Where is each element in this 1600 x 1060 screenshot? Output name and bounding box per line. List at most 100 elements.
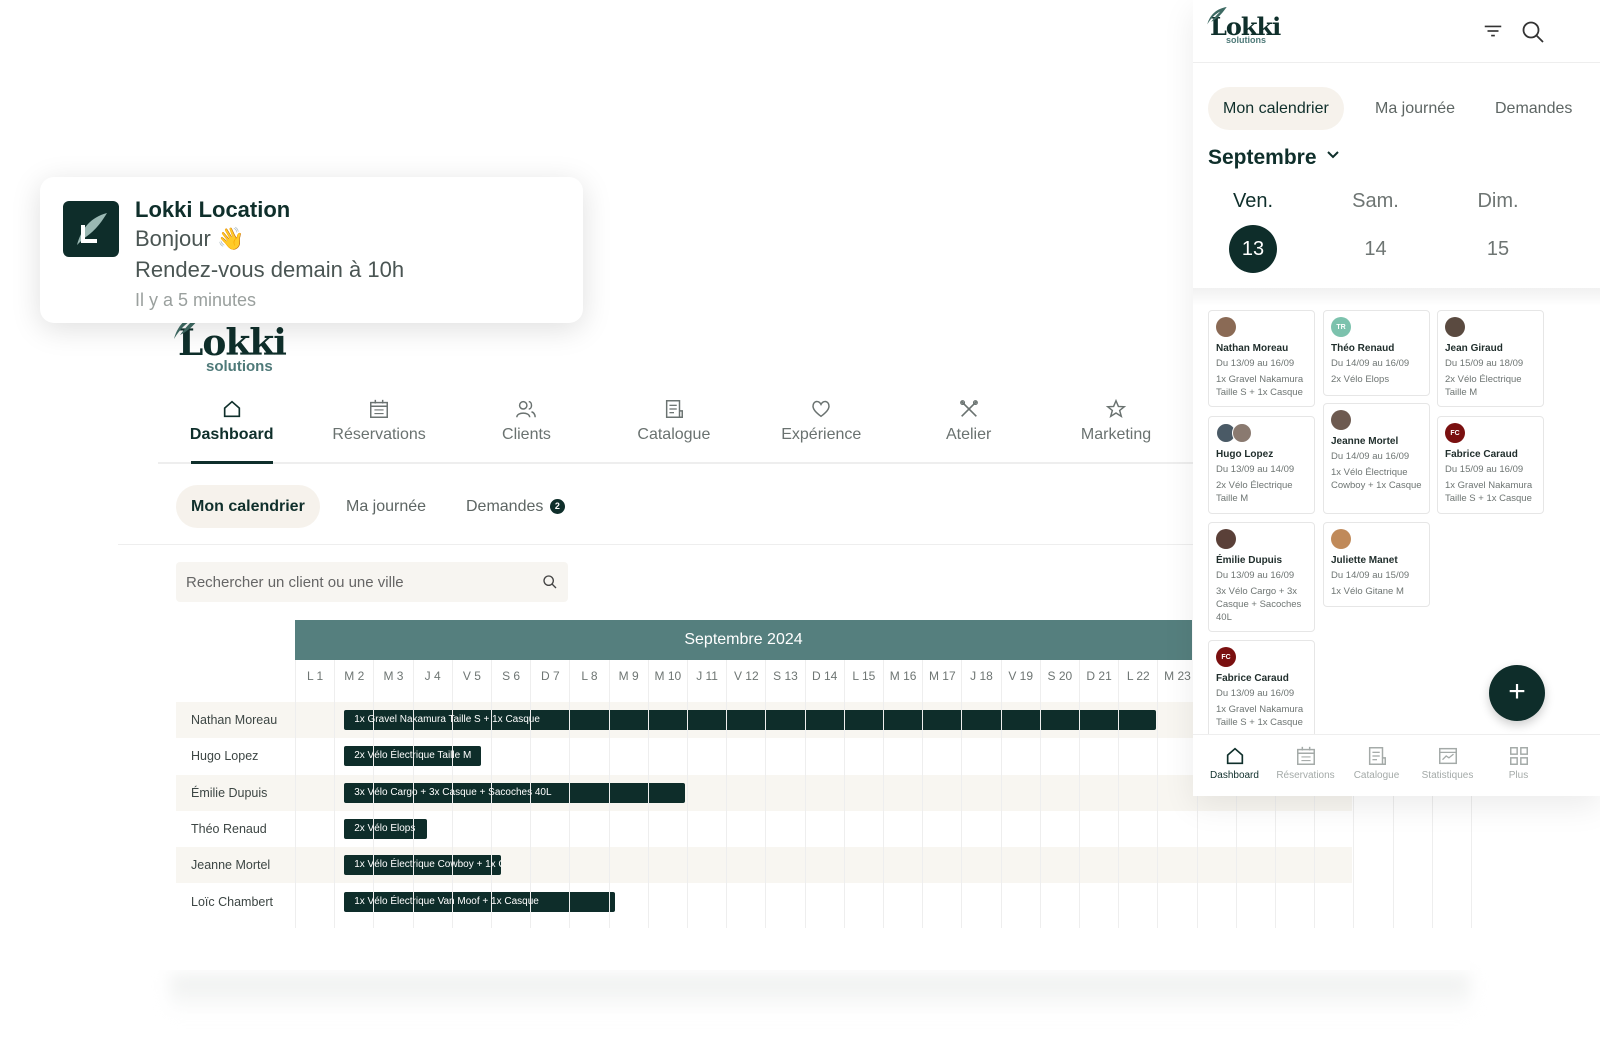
mobile-calendar-tabs: Mon calendrier Ma journée Demandes: [1208, 87, 1600, 131]
nav-item-dashboard[interactable]: Dashboard: [158, 398, 305, 464]
avatar: [1331, 529, 1351, 549]
day-cell[interactable]: Sam. 14: [1326, 190, 1426, 273]
mobile-tab-day[interactable]: Ma journée: [1360, 87, 1470, 130]
card-items: 1x Gravel Nakamura Taille S + 1x Casque: [1445, 480, 1533, 504]
nav-item-expérience[interactable]: Expérience: [748, 398, 895, 462]
tab-calendar-label: Mon calendrier: [191, 498, 305, 515]
mobile-tab-day-label: Ma journée: [1375, 100, 1456, 117]
bottom-nav-catalogue[interactable]: Catalogue: [1341, 735, 1412, 796]
booking-bar[interactable]: 2x Vélo Elops: [344, 818, 427, 839]
gantt-gridline: [1118, 692, 1120, 928]
add-booking-button[interactable]: +: [1489, 665, 1545, 721]
bottom-nav-plus[interactable]: Plus: [1483, 735, 1554, 796]
card-dates: Du 13/09 au 14/09: [1216, 464, 1295, 475]
card-client-name: Fabrice Caraud: [1216, 673, 1289, 684]
tab-calendar[interactable]: Mon calendrier: [176, 485, 320, 528]
booking-card[interactable]: Jean Giraud Du 15/09 au 18/09 2x Vélo Élec…: [1437, 310, 1544, 407]
booking-card[interactable]: Nathan Moreau Du 13/09 au 16/09 1x Gravel …: [1208, 310, 1315, 407]
booking-card[interactable]: Émilie Dupuis Du 13/09 au 16/09 3x Vélo Ca…: [1208, 522, 1315, 632]
mobile-tab-requests[interactable]: Demandes: [1480, 87, 1587, 130]
avatar: [1232, 423, 1252, 443]
tab-requests[interactable]: Demandes 2: [451, 485, 580, 528]
nav-item-label: Clients: [502, 426, 551, 443]
avatar: FC: [1445, 423, 1465, 443]
day-cell[interactable]: Ven. 13: [1203, 190, 1303, 273]
nav-item-label: Catalogue: [637, 426, 711, 443]
mobile-tab-requests-label: Demandes: [1495, 100, 1573, 117]
booking-bar[interactable]: 1x Vélo Électrique Van Moof + 1x Casque: [344, 891, 615, 912]
booking-bar[interactable]: 1x Vélo Électrique Cowboy + 1x Casque: [344, 855, 501, 876]
notification-time: Il y a 5 minutes: [135, 290, 257, 310]
booking-card[interactable]: TR Théo Renaud Du 14/09 au 16/09 2x Vélo El…: [1323, 310, 1430, 396]
gantt-gridline: [765, 692, 767, 928]
booking-bar[interactable]: 1x Gravel Nakamura Taille S + 1x Casque: [344, 710, 1156, 730]
gantt-gridline: [530, 692, 532, 928]
client-name[interactable]: Théo Renaud: [191, 811, 301, 847]
star-icon: [1105, 398, 1127, 418]
bottom-nav-label: Statistiques: [1421, 770, 1474, 781]
avatar: [1445, 317, 1465, 337]
client-name[interactable]: Hugo Lopez: [191, 738, 301, 774]
search-input[interactable]: [186, 573, 542, 591]
home-icon: [223, 400, 240, 418]
gantt-day: V 12: [726, 660, 765, 692]
client-name[interactable]: Jeanne Mortel: [191, 847, 301, 883]
notification-message: Rendez-vous demain à 10h: [135, 257, 405, 282]
app-icon: [63, 201, 119, 257]
booking-card[interactable]: FC Fabrice Caraud Du 13/09 au 16/09 1x Grav…: [1208, 640, 1315, 740]
card-items: 1x Vélo Gitane M: [1331, 586, 1404, 597]
day-name: Dim.: [1477, 190, 1519, 212]
gantt-day: L 1: [295, 660, 334, 692]
card-client-name: Jean Giraud: [1445, 343, 1503, 354]
divider: [1193, 288, 1600, 306]
bottom-nav-réservations[interactable]: Réservations: [1270, 735, 1341, 796]
filter-icon[interactable]: [1482, 20, 1504, 42]
card-client-name: Jeanne Mortel: [1331, 436, 1399, 447]
bottom-nav-statistiques[interactable]: Statistiques: [1412, 735, 1483, 796]
tab-day[interactable]: Ma journée: [331, 485, 441, 528]
mobile-tab-calendar[interactable]: Mon calendrier: [1208, 87, 1344, 130]
nav-item-réservations[interactable]: Réservations: [305, 398, 452, 462]
nav-item-clients[interactable]: Clients: [453, 398, 600, 462]
client-name[interactable]: Nathan Moreau: [191, 702, 301, 738]
push-notification[interactable]: Lokki Location Bonjour 👋 Rendez-vous dem…: [40, 177, 583, 323]
mobile-tab-calendar-label: Mon calendrier: [1223, 100, 1329, 117]
nav-item-label: Expérience: [781, 426, 862, 443]
home-icon: [1226, 747, 1243, 765]
card-dates: Du 15/09 au 16/09: [1445, 464, 1524, 475]
search-icon[interactable]: [542, 574, 558, 590]
booking-card[interactable]: FC Fabrice Caraud Du 15/09 au 16/09 1x Grav…: [1437, 416, 1544, 514]
tab-requests-label: Demandes: [466, 498, 544, 515]
client-name[interactable]: Loïc Chambert: [191, 884, 301, 920]
brand-sub: solutions: [206, 358, 273, 375]
nav-item-label: Réservations: [332, 426, 426, 443]
nav-item-marketing[interactable]: Marketing: [1042, 398, 1189, 462]
gantt-day: L 15: [843, 660, 883, 692]
search-icon[interactable]: [1521, 20, 1545, 44]
day-number: 15: [1486, 238, 1510, 260]
day-number: 13: [1229, 225, 1277, 273]
card-client-name: Juliette Manet: [1331, 555, 1398, 566]
month-selector[interactable]: Septembre: [1208, 146, 1341, 170]
booking-card[interactable]: Jeanne Mortel Du 14/09 au 16/09 1x Vélo Él…: [1323, 403, 1430, 514]
nav-item-atelier[interactable]: Atelier: [895, 398, 1042, 462]
calendar-icon: [1296, 746, 1315, 765]
nav-item-catalogue[interactable]: Catalogue: [600, 398, 747, 462]
booking-card[interactable]: Juliette Manet Du 14/09 au 15/09 1x Vélo G…: [1323, 522, 1430, 607]
avatar-group: [1216, 423, 1307, 449]
gantt-gridline: [883, 692, 884, 928]
card-items: 2x Vélo Électrique Taille M: [1216, 480, 1293, 504]
card-dates: Du 13/09 au 16/09: [1216, 688, 1295, 699]
bottom-nav: Dashboard Réservations Catalogue Statistiqu…: [1193, 734, 1600, 796]
gantt-gridline: [687, 692, 688, 928]
notification-app: Lokki Location: [135, 197, 291, 222]
client-name[interactable]: Émilie Dupuis: [191, 775, 301, 811]
day-cell[interactable]: Dim. 15: [1448, 190, 1548, 273]
bottom-nav-dashboard[interactable]: Dashboard: [1199, 735, 1270, 796]
leaf-icon: [1207, 6, 1227, 25]
booking-bar[interactable]: 3x Vélo Cargo + 3x Casque + Sacoches 40L: [344, 782, 686, 803]
day-name: Ven.: [1232, 190, 1274, 212]
booking-card[interactable]: Hugo Lopez Du 13/09 au 14/09 2x Vélo Élect…: [1208, 416, 1315, 514]
divider: [1193, 62, 1600, 63]
gantt-gridline: [412, 692, 414, 928]
